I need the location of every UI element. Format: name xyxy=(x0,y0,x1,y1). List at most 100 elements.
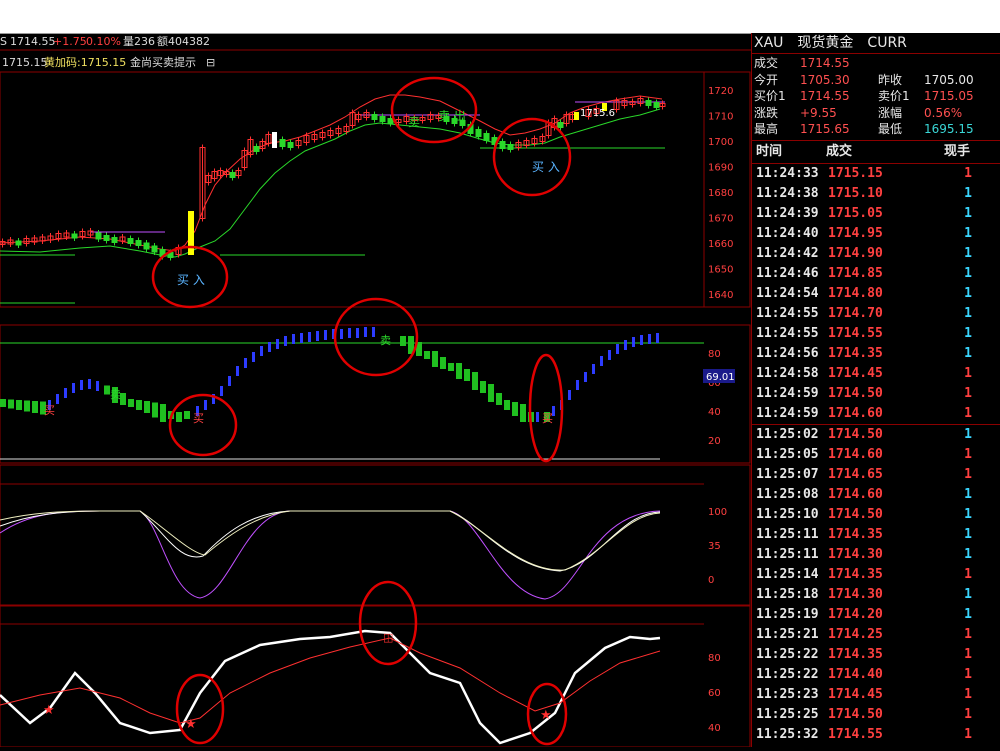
tick-volume: 1 xyxy=(964,225,972,241)
indicator-bar xyxy=(592,364,595,374)
ticks-header-volume: 现手 xyxy=(944,143,971,159)
indicator-bar xyxy=(184,411,190,419)
indicator-bar xyxy=(300,333,303,343)
indicator-bar xyxy=(504,400,510,410)
svg-text:买: 买 xyxy=(44,404,55,417)
indicator-bar xyxy=(16,400,22,410)
tick-row: 11:25:08 1714.60 1 xyxy=(752,485,1000,505)
tick-price: 1714.40 xyxy=(828,666,883,682)
price-tag: 1715.6 xyxy=(580,108,615,119)
svg-text:S: S xyxy=(0,35,7,48)
axis-label: 1670 xyxy=(708,214,733,225)
indicator-bar xyxy=(632,337,635,347)
tick-price: 1714.60 xyxy=(828,486,883,502)
quote-label: 今开 xyxy=(754,72,779,87)
axis-label: 1660 xyxy=(708,239,733,250)
candle-body xyxy=(653,102,660,108)
sell-out-label: 卖 出 xyxy=(438,109,466,123)
axis-label: 1680 xyxy=(708,188,733,199)
indicator-bar xyxy=(520,404,526,422)
tick-price: 1714.45 xyxy=(828,365,883,381)
quote-value: 0.56% xyxy=(924,105,963,120)
axis-label: 1720 xyxy=(708,86,733,97)
candle-body xyxy=(483,133,490,141)
tick-time: 11:24:39 xyxy=(756,205,819,221)
tick-row: 11:25:11 1714.30 1 xyxy=(752,545,1000,565)
indicator3-lines xyxy=(0,510,661,600)
tick-time: 11:25:07 xyxy=(756,466,819,482)
quote-cell: 昨收 1705.00 xyxy=(876,72,1000,89)
axis-label: 60 xyxy=(708,688,721,699)
tick-time: 11:24:33 xyxy=(756,165,819,181)
indicator-bar xyxy=(316,331,319,341)
tick-price: 1714.60 xyxy=(828,446,883,462)
tick-volume: 1 xyxy=(964,446,972,462)
header-pct: 0.10% xyxy=(86,35,121,48)
quote-row: 成交 1714.55 xyxy=(752,55,1000,72)
indicator-bar xyxy=(456,363,462,379)
indicator-bar xyxy=(88,379,91,389)
tick-volume: 1 xyxy=(964,666,972,682)
quote-row: 最高 1715.65 最低 1695.15 xyxy=(752,121,1000,138)
tick-time: 11:25:21 xyxy=(756,626,819,642)
candle-body xyxy=(127,238,134,244)
tick-volume: 1 xyxy=(964,606,972,622)
tick-price: 1715.10 xyxy=(828,185,883,201)
svg-text:卖: 卖 xyxy=(110,388,121,401)
tick-row: 11:25:19 1714.20 1 xyxy=(752,605,1000,625)
tick-volume: 1 xyxy=(964,506,972,522)
quote-label: 昨收 xyxy=(878,72,903,87)
tick-price: 1714.50 xyxy=(828,506,883,522)
quote-label: 涨幅 xyxy=(878,105,903,120)
axis-label: 80 xyxy=(708,653,721,664)
indicator-bar xyxy=(372,327,375,337)
indicator-bar xyxy=(364,327,367,337)
indicator-bar xyxy=(0,399,6,407)
indicator-bar xyxy=(136,400,142,410)
tick-price: 1714.45 xyxy=(828,686,883,702)
svg-text:买: 买 xyxy=(193,412,204,425)
indicator-bar xyxy=(244,358,247,368)
tick-row: 11:25:07 1714.65 1 xyxy=(752,465,1000,485)
tick-price: 1714.55 xyxy=(828,325,883,341)
axis-label: 35 xyxy=(708,541,721,552)
header-prefix: 1715.15 xyxy=(2,56,48,69)
indicator-bar xyxy=(624,340,627,350)
tick-row: 11:24:42 1714.90 1 xyxy=(752,244,1000,264)
tick-time: 11:24:59 xyxy=(756,385,819,401)
quote-value: 1705.30 xyxy=(800,72,850,87)
indicator-bar xyxy=(464,369,470,381)
tick-volume: 1 xyxy=(964,305,972,321)
tick-price: 1714.20 xyxy=(828,606,883,622)
tick-row: 11:25:22 1714.40 1 xyxy=(752,665,1000,685)
tick-time: 11:25:11 xyxy=(756,526,819,542)
indicator-bar xyxy=(292,334,295,344)
quote-label: 最低 xyxy=(878,122,903,136)
main-candles xyxy=(0,94,666,304)
axis-label: 1650 xyxy=(708,265,733,276)
chart-area[interactable]: S 1714.55 +1.75 0.10% 量236 额404382 1715.… xyxy=(0,33,751,748)
axis-label: 40 xyxy=(708,407,721,418)
tick-price: 1714.50 xyxy=(828,706,883,722)
collapse-toggle-icon[interactable]: ⊟ xyxy=(206,56,215,69)
tick-price: 1714.70 xyxy=(828,305,883,321)
indicator-bar xyxy=(576,380,579,390)
tick-row: 11:25:05 1714.60 1 xyxy=(752,445,1000,465)
indicator-bar xyxy=(284,336,287,346)
indicator-bar xyxy=(568,390,571,400)
quote-value: +9.55 xyxy=(800,105,837,120)
instrument-name: 现货黄金 xyxy=(797,35,854,51)
tick-row: 11:25:23 1714.45 1 xyxy=(752,685,1000,705)
tick-price: 1714.50 xyxy=(828,426,883,442)
tick-price: 1714.30 xyxy=(828,586,883,602)
tick-price: 1714.60 xyxy=(828,405,883,421)
candle-body xyxy=(229,172,236,178)
tick-time: 11:25:19 xyxy=(756,606,819,622)
quote-cell: 卖价1 1715.05 xyxy=(876,88,1000,105)
tick-price: 1715.05 xyxy=(828,205,883,221)
ticks-list[interactable]: 11:24:33 1715.15 1 11:24:38 1715.10 1 11:24:39… xyxy=(752,164,1000,745)
ticks-header-time: 时间 xyxy=(756,143,783,159)
tick-price: 1714.95 xyxy=(828,225,883,241)
header-change: +1.75 xyxy=(53,35,87,48)
tick-time: 11:24:55 xyxy=(756,325,819,341)
